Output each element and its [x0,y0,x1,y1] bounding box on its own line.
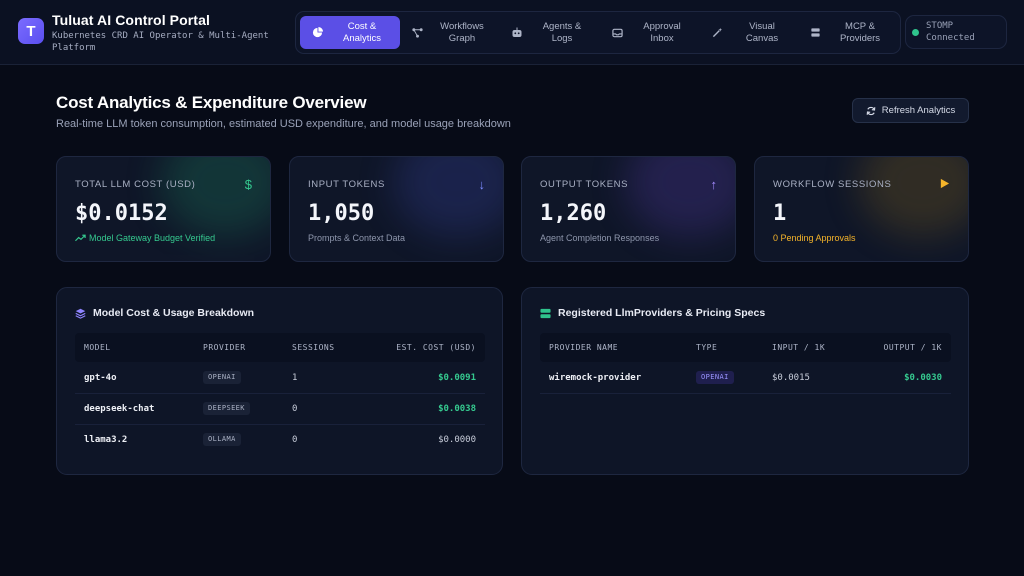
tab-label: Agents & Logs [542,20,582,44]
refresh-label: Refresh Analytics [881,105,956,116]
card-label: INPUT TOKENS [308,179,385,190]
dollar-icon: $ [244,177,252,192]
panel-title: Registered LlmProviders & Pricing Specs [540,307,765,319]
server-icon [540,308,551,318]
stat-card-input-tokens: INPUT TOKENS ↓ 1,050 Prompts & Context D… [289,156,504,262]
inbox-icon [610,26,624,40]
column-header: PROVIDER NAME [549,343,619,352]
est-cost: $0.0091 [438,373,476,383]
card-footnote: Prompts & Context Data [308,233,406,243]
card-label: TOTAL LLM COST (USD) [75,179,196,190]
tab-label: Visual Canvas [745,20,779,44]
model-name: deepseek-chat [84,404,155,414]
input-price: $0.0015 [772,373,810,383]
stomp-state: Connected [926,33,975,43]
card-footnote: 0 Pending Approvals [773,233,856,243]
session-count: 0 [292,404,298,414]
tab-label: Approval Inbox [643,20,681,44]
model-breakdown-panel: Model Cost & Usage Breakdown MODEL PROVI… [56,287,503,475]
page-subtitle: Real-time LLM token consumption, estimat… [56,118,511,130]
tab-label: MCP & Providers [839,20,881,44]
session-count: 0 [292,435,298,445]
card-value: 1 [773,201,787,226]
refresh-analytics-button[interactable]: Refresh Analytics [852,98,969,123]
column-header: TYPE [696,343,718,352]
model-name: gpt-4o [84,373,117,383]
tab-agents-logs[interactable]: Agents & Logs [500,16,600,49]
stat-card-total-cost: TOTAL LLM COST (USD) $ $0.0152 Model Gat… [56,156,271,262]
session-count: 1 [292,373,298,383]
provider-badge: OLLAMA [203,433,241,446]
top-header: T Tuluat AI Control Portal Kubernetes CR… [0,0,1024,65]
table-row[interactable]: llama3.2 OLLAMA 0 $0.0000 [75,425,485,456]
stat-card-workflow-sessions: WORKFLOW SESSIONS 1 0 Pending Approvals [754,156,969,262]
tab-cost-analytics[interactable]: Cost & Analytics [300,16,400,49]
app-title: Tuluat AI Control Portal [52,12,210,28]
est-cost: $0.0038 [438,404,476,414]
stat-card-output-tokens: OUTPUT TOKENS ↑ 1,260 Agent Completion R… [521,156,736,262]
providers-panel: Registered LlmProviders & Pricing Specs … [521,287,969,475]
brand[interactable]: T Tuluat AI Control Portal Kubernetes CR… [18,12,282,54]
tab-visual-canvas[interactable]: Visual Canvas [700,16,800,49]
type-badge: OPENAI [696,371,734,384]
card-footnote: Agent Completion Responses [540,233,660,243]
column-header: INPUT / 1K [772,343,826,352]
app-logo: T [18,18,44,44]
layers-icon [75,308,86,319]
stomp-label: STOMP [926,21,954,31]
tab-mcp-providers[interactable]: MCP & Providers [798,16,898,49]
server-icon [808,26,822,40]
graph-icon [410,26,424,40]
stomp-status: STOMP Connected [905,15,1007,49]
column-header: PROVIDER [203,343,246,352]
robot-icon [510,26,524,40]
output-price: $0.0030 [904,373,942,383]
tab-workflows-graph[interactable]: Workflows Graph [400,16,500,49]
arrow-up-icon: ↑ [710,177,718,192]
card-value: $0.0152 [75,201,168,226]
trend-up-icon [75,234,86,242]
tab-label: Cost & Analytics [342,20,381,44]
table-row[interactable]: wiremock-provider OPENAI $0.0015 $0.0030 [540,363,951,394]
main-nav: Cost & Analytics Workflows Graph Agents … [295,11,901,54]
est-cost: $0.0000 [438,435,476,445]
panel-title: Model Cost & Usage Breakdown [75,307,254,319]
card-value: 1,260 [540,201,607,226]
refresh-icon [866,106,876,115]
tab-approval-inbox[interactable]: Approval Inbox [600,16,700,49]
table-header: PROVIDER NAME TYPE INPUT / 1K OUTPUT / 1… [540,333,951,362]
arrow-down-icon: ↓ [478,177,486,192]
column-header: EST. COST (USD) [396,343,476,352]
pie-chart-icon [310,26,324,40]
card-label: WORKFLOW SESSIONS [773,179,892,190]
table-row[interactable]: deepseek-chat DEEPSEEK 0 $0.0038 [75,394,485,425]
column-header: OUTPUT / 1K [883,343,942,352]
provider-name: wiremock-provider [549,373,642,383]
app-subtitle: Kubernetes CRD AI Operator & Multi-Agent… [52,31,269,53]
table-row[interactable]: gpt-4o OPENAI 1 $0.0091 [75,363,485,394]
column-header: MODEL [84,343,111,352]
provider-badge: DEEPSEEK [203,402,250,415]
card-footnote: Model Gateway Budget Verified [75,233,215,243]
play-icon [939,177,950,192]
provider-badge: OPENAI [203,371,241,384]
status-dot-icon [912,28,919,36]
model-name: llama3.2 [84,435,128,445]
magic-wand-icon [710,26,724,40]
tab-label: Workflows Graph [440,20,484,44]
page-title: Cost Analytics & Expenditure Overview [56,93,367,112]
card-value: 1,050 [308,201,375,226]
card-label: OUTPUT TOKENS [540,179,629,190]
table-header: MODEL PROVIDER SESSIONS EST. COST (USD) [75,333,485,362]
column-header: SESSIONS [292,343,335,352]
